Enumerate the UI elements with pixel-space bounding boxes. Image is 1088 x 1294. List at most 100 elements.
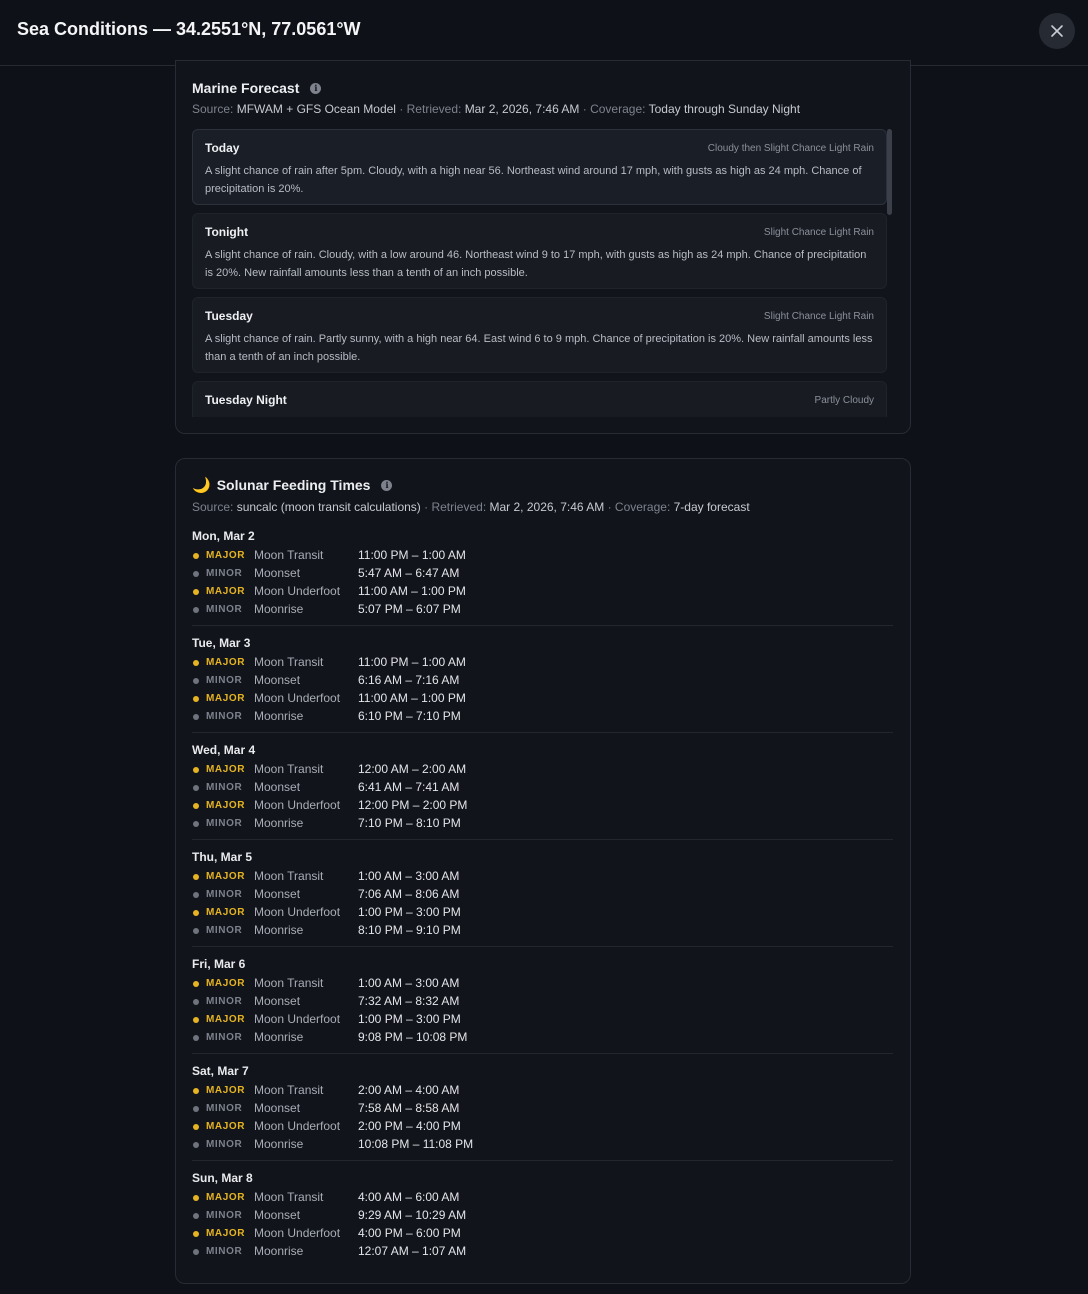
major-dot-icon	[193, 981, 199, 987]
minor-dot-icon	[193, 678, 199, 684]
event-badge: MINOR	[206, 711, 243, 722]
event-time: 4:00 AM – 6:00 AM	[358, 1190, 460, 1204]
event-badge: MINOR	[206, 675, 243, 686]
event-time: 12:00 AM – 2:00 AM	[358, 762, 467, 776]
event-time: 5:07 PM – 6:07 PM	[358, 602, 461, 616]
event-time: 12:07 AM – 1:07 AM	[358, 1244, 467, 1258]
solunar-event: MINOR Moonset 7:58 AM – 8:58 AM	[192, 1101, 892, 1117]
event-time: 9:29 AM – 10:29 AM	[358, 1208, 467, 1222]
solunar-event: MAJOR Moon Transit 12:00 AM – 2:00 AM	[192, 762, 892, 778]
event-name: Moonrise	[254, 602, 304, 616]
event-name: Moonrise	[254, 816, 304, 830]
event-name: Moonrise	[254, 1137, 304, 1151]
event-name: Moonset	[254, 887, 301, 901]
event-time: 7:10 PM – 8:10 PM	[358, 816, 461, 830]
event-name: Moonrise	[254, 709, 304, 723]
event-badge: MINOR	[206, 818, 243, 829]
solunar-event: MAJOR Moon Transit 11:00 PM – 1:00 AM	[192, 655, 892, 671]
day-title: Thu, Mar 5	[192, 850, 253, 864]
minor-dot-icon	[193, 607, 199, 613]
event-name: Moon Underfoot	[254, 905, 341, 919]
minor-dot-icon	[193, 571, 199, 577]
solunar-event: MAJOR Moon Underfoot 1:00 PM – 3:00 PM	[192, 1012, 892, 1028]
event-name: Moon Underfoot	[254, 798, 341, 812]
forecast-item-tuesday-night: Tuesday Night Partly Cloudy	[192, 381, 887, 417]
solunar-event: MINOR Moonset 7:06 AM – 8:06 AM	[192, 887, 892, 903]
event-name: Moon Underfoot	[254, 1012, 341, 1026]
info-icon[interactable]: i	[381, 479, 393, 491]
solunar-event: MINOR Moonset 7:32 AM – 8:32 AM	[192, 994, 892, 1010]
event-time: 6:16 AM – 7:16 AM	[358, 673, 460, 687]
solunar-event: MINOR Moonrise 5:07 PM – 6:07 PM	[192, 602, 892, 618]
solunar-event: MAJOR Moon Transit 2:00 AM – 4:00 AM	[192, 1083, 892, 1099]
event-badge: MINOR	[206, 1103, 243, 1114]
event-badge: MAJOR	[206, 907, 246, 918]
forecast-item-tuesday: Tuesday Slight Chance Light Rain A sligh…	[192, 297, 887, 373]
forecast-scrollbar[interactable]	[887, 129, 893, 417]
event-name: Moonrise	[254, 1244, 304, 1258]
event-badge: MAJOR	[206, 871, 246, 882]
event-badge: MAJOR	[206, 1121, 246, 1132]
event-badge: MAJOR	[206, 800, 246, 811]
event-name: Moon Transit	[254, 976, 324, 990]
event-name: Moonrise	[254, 1030, 304, 1044]
solunar-event: MINOR Moonrise 12:07 AM – 1:07 AM	[192, 1244, 892, 1260]
minor-dot-icon	[193, 821, 199, 827]
event-name: Moonset	[254, 1208, 301, 1222]
solunar-event: MAJOR Moon Underfoot 4:00 PM – 6:00 PM	[192, 1226, 892, 1242]
event-time: 8:10 PM – 9:10 PM	[358, 923, 461, 937]
event-time: 5:47 AM – 6:47 AM	[358, 566, 460, 580]
event-badge: MAJOR	[206, 693, 246, 704]
event-badge: MINOR	[206, 1246, 243, 1257]
event-badge: MINOR	[206, 925, 243, 936]
event-time: 6:41 AM – 7:41 AM	[358, 780, 460, 794]
event-badge: MINOR	[206, 889, 243, 900]
event-badge: MAJOR	[206, 764, 246, 775]
modal-title: Sea Conditions — 34.2551°N, 77.0561°W	[17, 19, 361, 39]
day-divider	[192, 946, 893, 947]
event-badge: MINOR	[206, 782, 243, 793]
solunar-event: MINOR Moonrise 6:10 PM – 7:10 PM	[192, 709, 892, 725]
major-dot-icon	[193, 589, 199, 595]
solunar-title: 🌙 Solunar Feeding Times i	[192, 476, 393, 494]
forecast-list[interactable]: Today Cloudy then Slight Chance Light Ra…	[192, 129, 895, 417]
solunar-meta: Source: suncalc (moon transit calculatio…	[192, 500, 750, 514]
event-name: Moon Underfoot	[254, 584, 341, 598]
event-badge: MINOR	[206, 1139, 243, 1150]
event-time: 1:00 AM – 3:00 AM	[358, 976, 460, 990]
day-title: Fri, Mar 6	[192, 957, 246, 971]
day-divider	[192, 625, 893, 626]
minor-dot-icon	[193, 892, 199, 898]
event-time: 11:00 PM – 1:00 AM	[358, 655, 466, 669]
solunar-event: MINOR Moonrise 8:10 PM – 9:10 PM	[192, 923, 892, 939]
major-dot-icon	[193, 1195, 199, 1201]
day-divider	[192, 1053, 893, 1054]
event-time: 11:00 AM – 1:00 PM	[358, 691, 466, 705]
event-time: 1:00 AM – 3:00 AM	[358, 869, 460, 883]
event-time: 1:00 PM – 3:00 PM	[358, 1012, 461, 1026]
close-icon	[1051, 25, 1063, 37]
forecast-scrollbar-thumb[interactable]	[887, 129, 892, 215]
solunar-event: MAJOR Moon Underfoot 12:00 PM – 2:00 PM	[192, 798, 892, 814]
event-badge: MAJOR	[206, 657, 246, 668]
marine-forecast-title: Marine Forecast i	[192, 80, 322, 96]
info-icon[interactable]: i	[310, 82, 322, 94]
event-name: Moonset	[254, 566, 301, 580]
major-dot-icon	[193, 1124, 199, 1130]
event-name: Moon Transit	[254, 762, 324, 776]
day-title: Mon, Mar 2	[192, 529, 255, 543]
solunar-event: MINOR Moonrise 9:08 PM – 10:08 PM	[192, 1030, 892, 1046]
event-badge: MAJOR	[206, 1085, 246, 1096]
event-time: 7:58 AM – 8:58 AM	[358, 1101, 460, 1115]
close-button[interactable]	[1039, 13, 1075, 49]
event-name: Moon Transit	[254, 655, 324, 669]
event-name: Moonrise	[254, 923, 304, 937]
event-time: 6:10 PM – 7:10 PM	[358, 709, 461, 723]
solunar-event: MINOR Moonrise 10:08 PM – 11:08 PM	[192, 1137, 892, 1153]
solunar-event: MAJOR Moon Underfoot 11:00 AM – 1:00 PM	[192, 691, 892, 707]
event-name: Moon Transit	[254, 1083, 324, 1097]
event-name: Moon Transit	[254, 548, 324, 562]
event-name: Moon Transit	[254, 1190, 324, 1204]
minor-dot-icon	[193, 999, 199, 1005]
event-badge: MINOR	[206, 568, 243, 579]
